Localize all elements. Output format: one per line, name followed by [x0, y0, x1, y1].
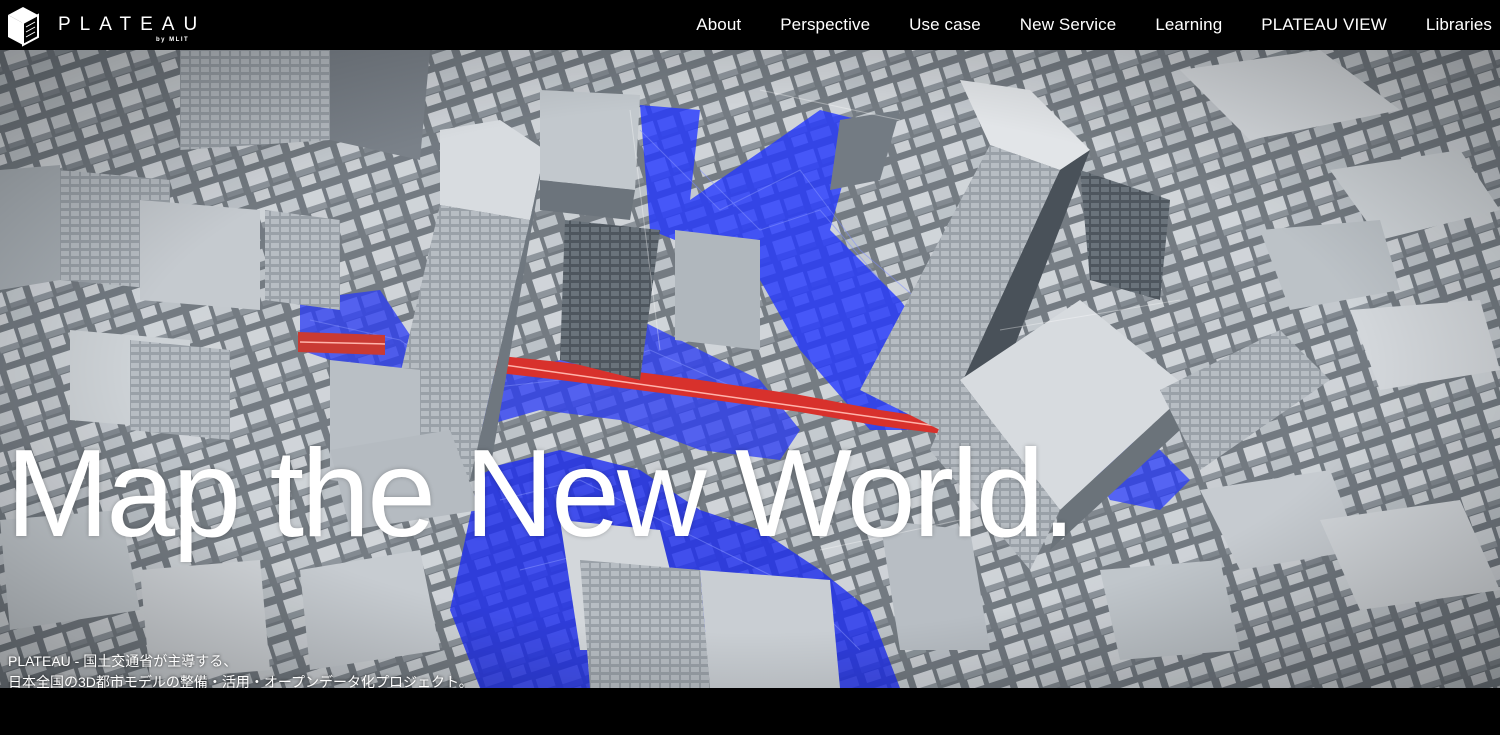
hero-city-3d-visual — [0, 50, 1500, 688]
nav-link-libraries[interactable]: Libraries — [1426, 15, 1492, 34]
bottom-black-band — [0, 688, 1500, 735]
plateau-cube-icon — [8, 7, 39, 47]
nav-item-new-service: New Service — [1020, 15, 1117, 35]
plateau-logo[interactable]: PLATEAU by MLIT — [6, 5, 216, 47]
nav-item-learning: Learning — [1155, 15, 1222, 35]
nav-item-perspective: Perspective — [780, 15, 870, 35]
logo-wordmark: PLATEAU — [58, 14, 207, 35]
nav-link-new-service[interactable]: New Service — [1020, 15, 1117, 34]
nav-item-libraries: Libraries — [1426, 15, 1492, 35]
nav-link-learning[interactable]: Learning — [1155, 15, 1222, 34]
nav-link-about[interactable]: About — [696, 15, 741, 34]
site-header: PLATEAU by MLIT About Perspective Use ca… — [0, 0, 1500, 50]
main-nav: About Perspective Use case New Service L… — [657, 0, 1492, 50]
hero-headline: Map the New World. — [6, 425, 1076, 563]
tagline-line-1: PLATEAU - 国土交通省が主導する、 — [8, 653, 238, 669]
hero-section: Map the New World. PLATEAU - 国土交通省が主導する、… — [0, 50, 1500, 688]
nav-link-perspective[interactable]: Perspective — [780, 15, 870, 34]
nav-item-about: About — [696, 15, 741, 35]
logo-subtext: by MLIT — [156, 37, 190, 43]
nav-link-use-case[interactable]: Use case — [909, 15, 981, 34]
nav-link-plateau-view[interactable]: PLATEAU VIEW — [1261, 15, 1387, 34]
nav-item-use-case: Use case — [909, 15, 981, 35]
tagline-line-2: 日本全国の3D都市モデルの整備・活用・オープンデータ化プロジェクト。 — [8, 674, 473, 688]
nav-item-plateau-view: PLATEAU VIEW — [1261, 15, 1387, 35]
hero-tagline: PLATEAU - 国土交通省が主導する、 日本全国の3D都市モデルの整備・活用… — [8, 651, 473, 688]
